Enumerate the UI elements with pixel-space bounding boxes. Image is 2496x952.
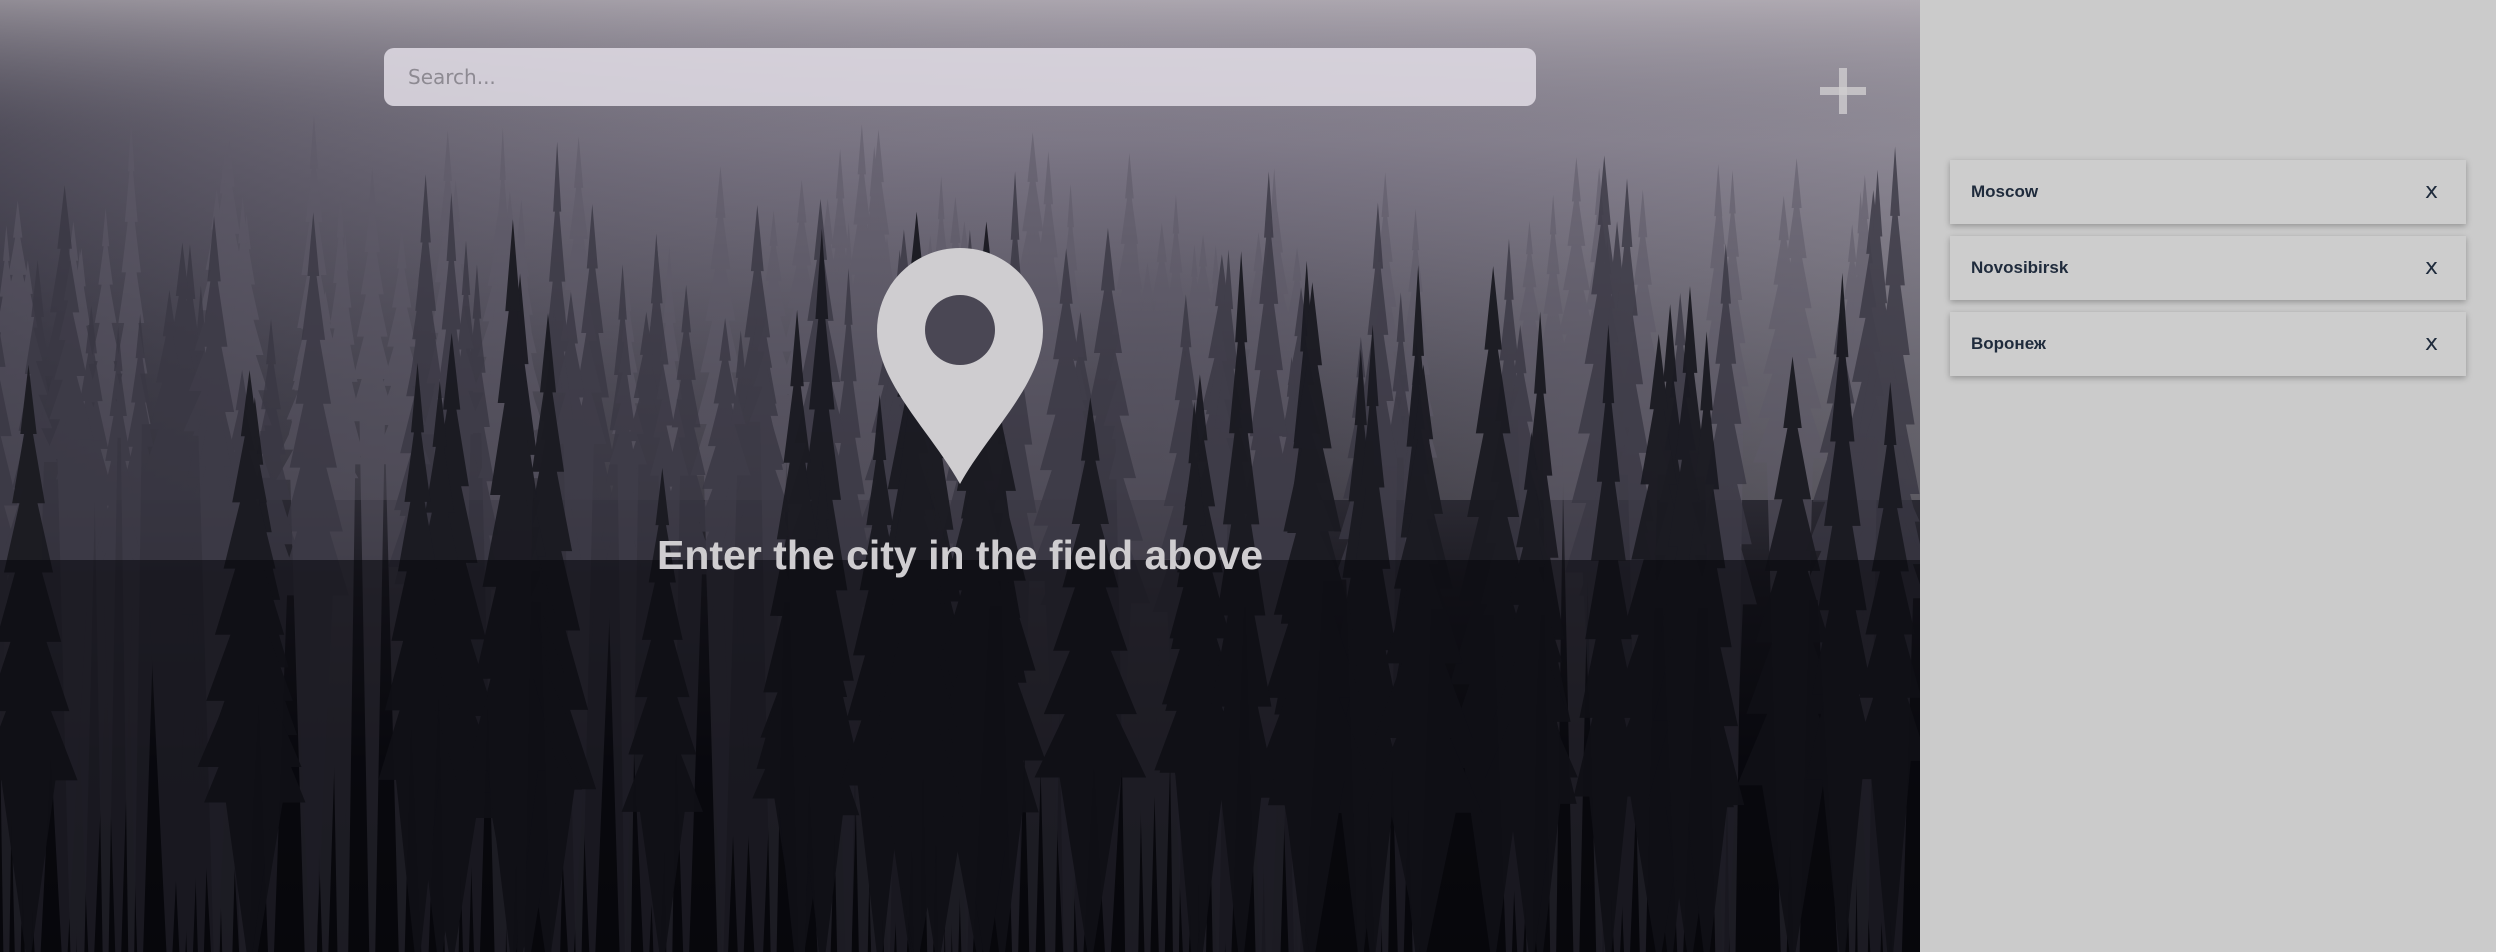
city-item-moscow[interactable]: Moscow x bbox=[1950, 160, 2466, 224]
city-name: Воронеж bbox=[1971, 334, 2046, 353]
remove-city-button[interactable]: x bbox=[2425, 181, 2438, 203]
city-item-novosibirsk[interactable]: Novosibirsk x bbox=[1950, 236, 2466, 300]
saved-cities-sidebar: Moscow x Novosibirsk x Воронеж x bbox=[1920, 0, 2496, 952]
empty-state: Enter the city in the field above bbox=[0, 248, 1920, 579]
plus-icon[interactable] bbox=[1818, 66, 1868, 116]
city-item-voronezh[interactable]: Воронеж x bbox=[1950, 312, 2466, 376]
empty-state-hint: Enter the city in the field above bbox=[656, 532, 1263, 578]
city-name: Moscow bbox=[1971, 182, 2039, 201]
search-input[interactable] bbox=[384, 48, 1536, 106]
remove-city-button[interactable]: x bbox=[2425, 257, 2438, 279]
weather-app: Enter the city in the field above Moscow… bbox=[0, 0, 2496, 952]
main-panel: Enter the city in the field above bbox=[0, 0, 1920, 952]
remove-city-button[interactable]: x bbox=[2425, 333, 2438, 355]
map-pin-icon bbox=[877, 248, 1043, 484]
city-name: Novosibirsk bbox=[1971, 258, 2069, 277]
